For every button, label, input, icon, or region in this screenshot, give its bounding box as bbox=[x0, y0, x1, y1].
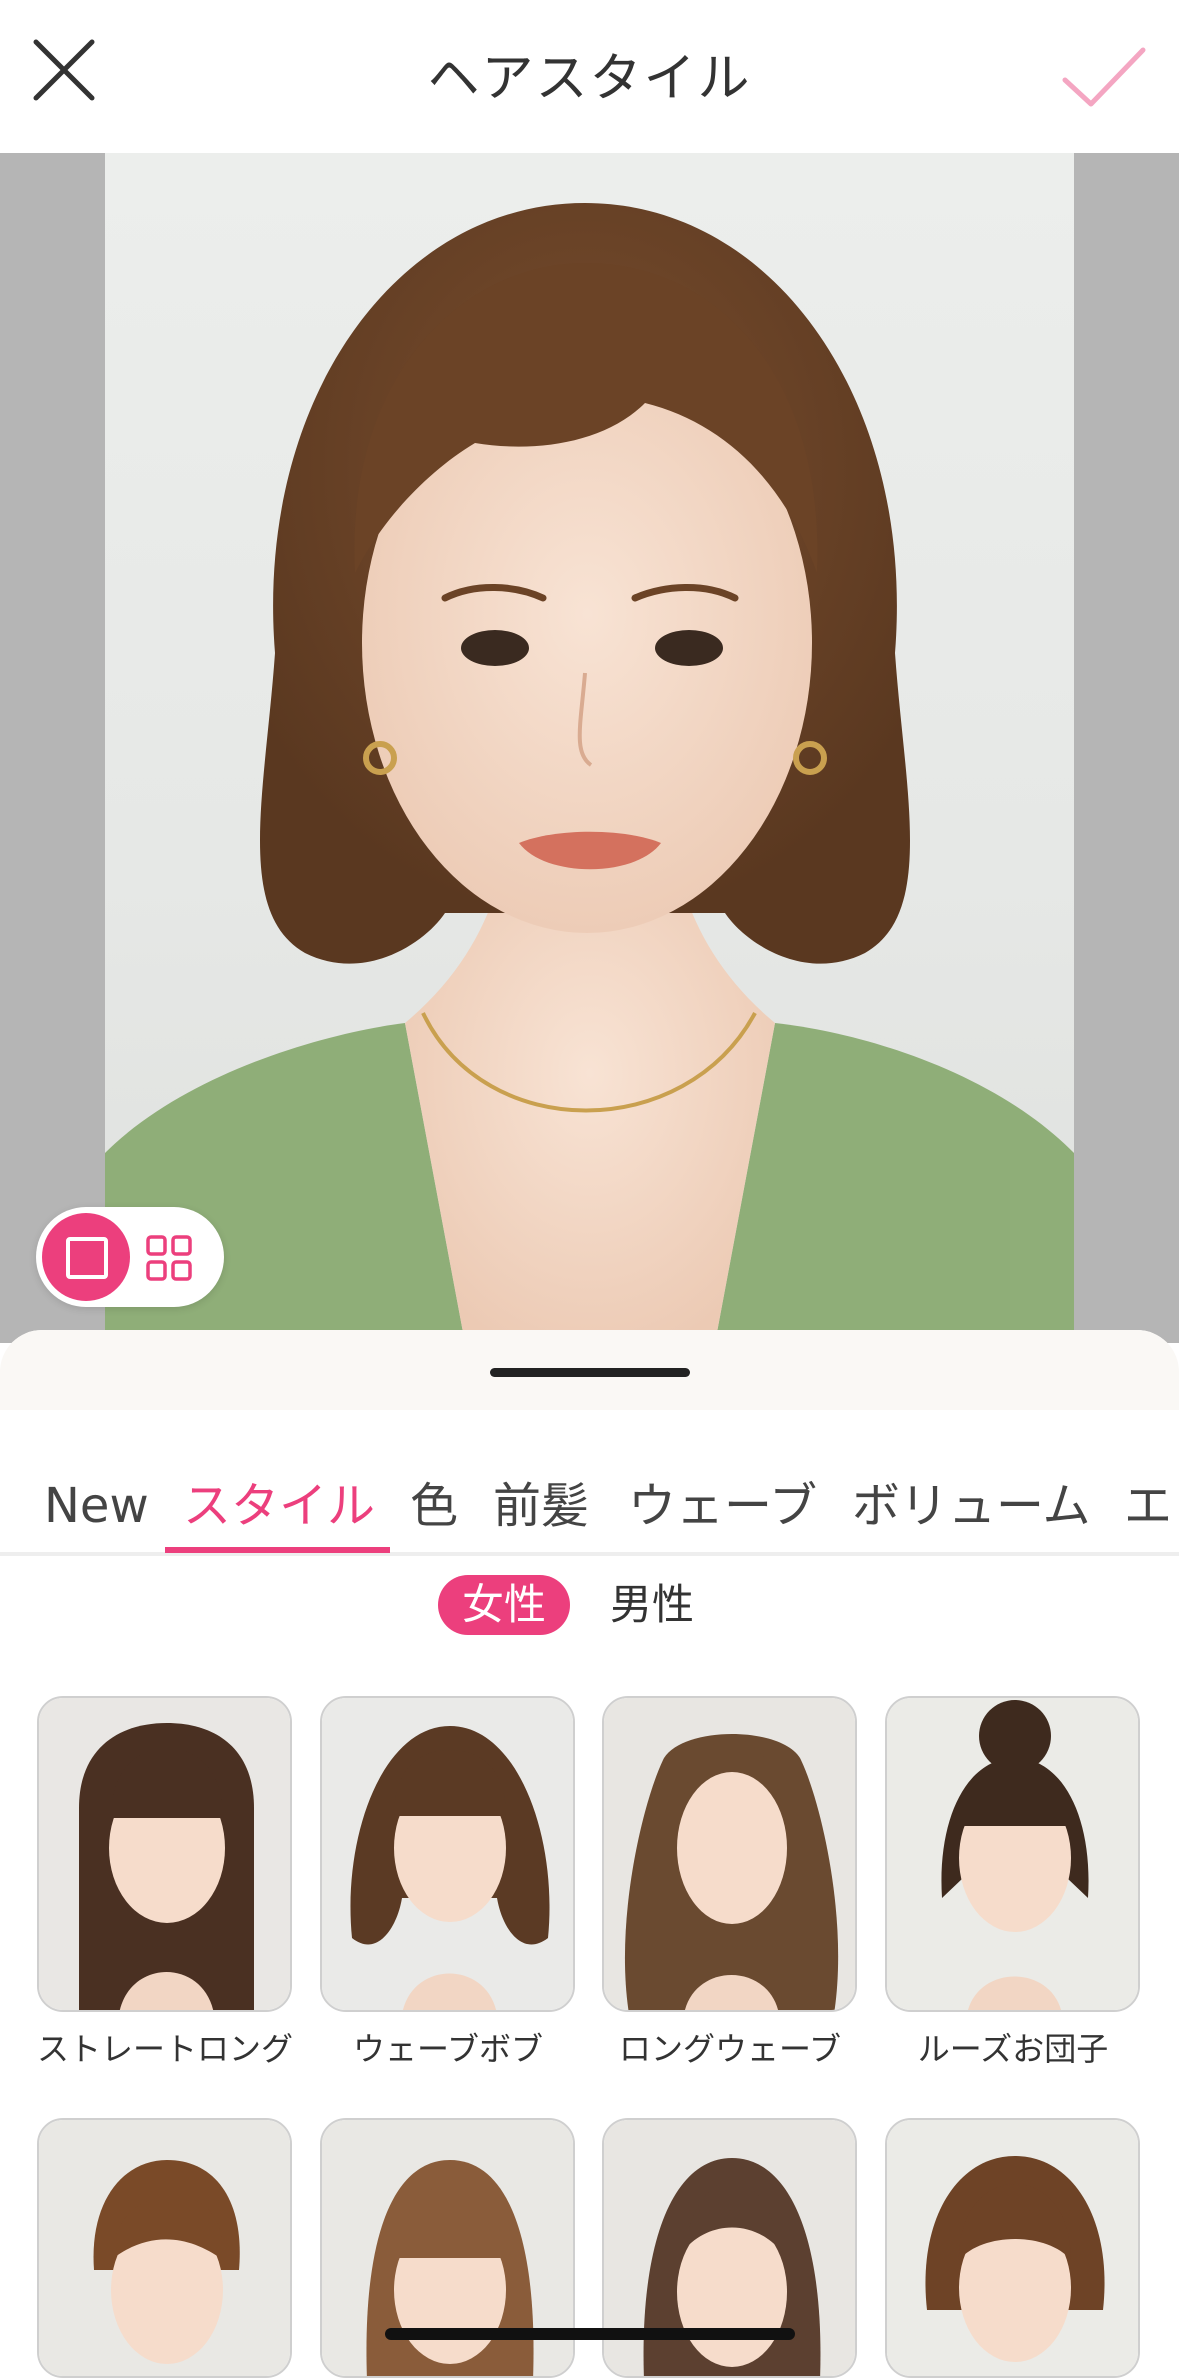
tab-more[interactable]: エ bbox=[1124, 1458, 1172, 1556]
active-tab-indicator bbox=[165, 1547, 390, 1553]
tab-style[interactable]: スタイル bbox=[183, 1458, 375, 1556]
style-card-short-curly[interactable] bbox=[885, 2118, 1140, 2378]
sheet-grabber[interactable] bbox=[490, 1368, 690, 1377]
style-card-short-pixie[interactable] bbox=[37, 2118, 292, 2378]
style-label-wave-bob: ウェーブボブ bbox=[352, 2030, 544, 2068]
tab-wave[interactable]: ウェーブ bbox=[628, 1458, 817, 1556]
gender-male-chip[interactable]: 男性 bbox=[610, 1575, 694, 1635]
view-mode-toggle bbox=[36, 1207, 224, 1307]
style-card-straight-long[interactable] bbox=[37, 1696, 292, 2012]
gender-female-chip[interactable]: 女性 bbox=[438, 1575, 570, 1635]
tab-new[interactable]: New bbox=[44, 1458, 149, 1556]
check-icon[interactable] bbox=[1059, 36, 1149, 116]
tab-volume[interactable]: ボリューム bbox=[852, 1458, 1091, 1556]
single-view-icon[interactable] bbox=[42, 1213, 130, 1301]
home-indicator[interactable] bbox=[385, 2328, 795, 2340]
style-label-loose-bun: ルーズお団子 bbox=[917, 2030, 1109, 2068]
tab-bangs[interactable]: 前髪 bbox=[493, 1458, 589, 1556]
tab-color[interactable]: 色 bbox=[410, 1458, 458, 1556]
style-label-long-wave: ロングウェーブ bbox=[618, 2030, 842, 2068]
style-label-straight-long: ストレートロング bbox=[36, 2030, 293, 2068]
portrait-photo[interactable] bbox=[105, 153, 1074, 1343]
page-title: ヘアスタイル bbox=[427, 49, 752, 109]
top-bar: ヘアスタイル bbox=[0, 0, 1179, 153]
style-card-loose-bun[interactable] bbox=[885, 1696, 1140, 2012]
style-card-long-wave[interactable] bbox=[602, 1696, 857, 2012]
grid-view-icon[interactable] bbox=[146, 1235, 192, 1281]
style-card-wave-bob[interactable] bbox=[320, 1696, 575, 2012]
sheet-handle-area[interactable] bbox=[0, 1330, 1179, 1410]
category-tabs: New スタイル 色 前髪 ウェーブ ボリューム エ bbox=[0, 1458, 1179, 1556]
photo-preview-area bbox=[0, 153, 1179, 1343]
